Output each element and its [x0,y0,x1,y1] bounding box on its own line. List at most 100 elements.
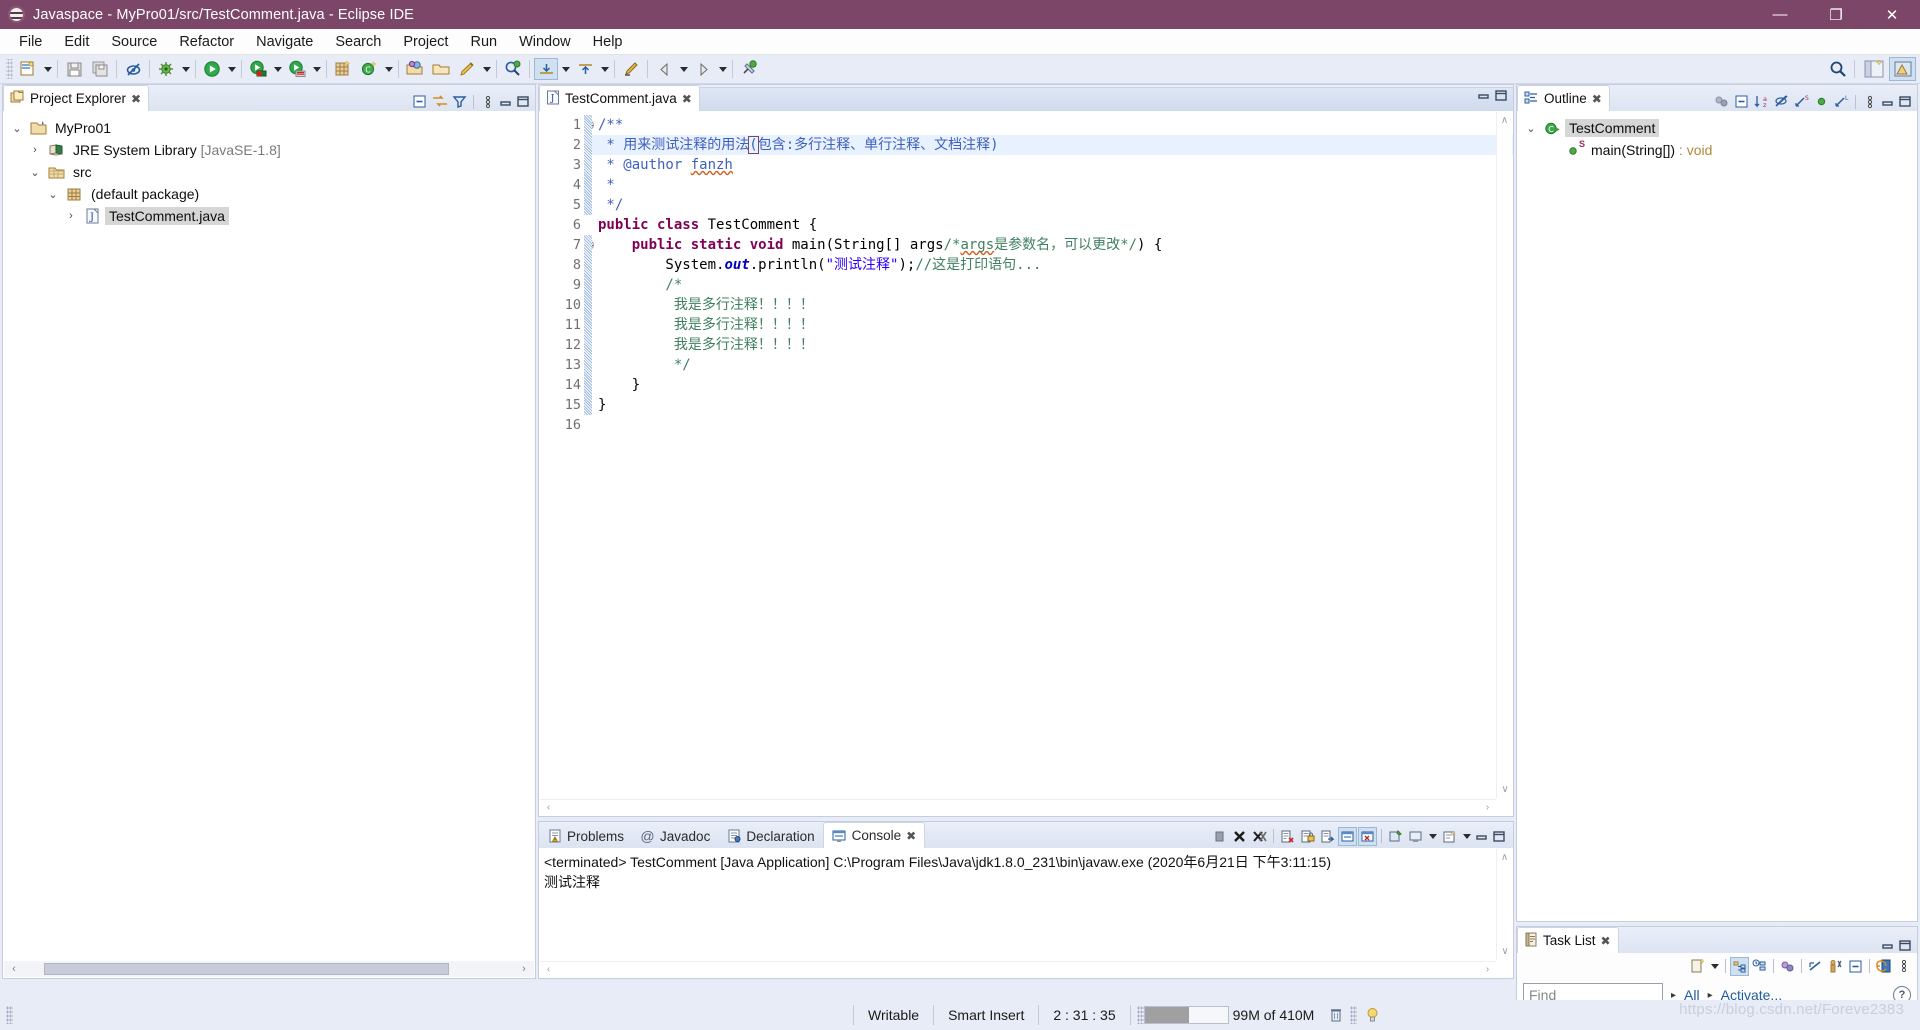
scroll-down-arrow[interactable]: ∨ [1497,781,1513,798]
code-content[interactable]: /* * * 用来测试注释的用法(包含:多行注释、单行注释、文档注释) * @au… [592,111,1513,816]
close-icon[interactable]: ✖ [1592,92,1602,106]
code-line[interactable]: * 用来测试注释的用法(包含:多行注释、单行注释、文档注释) [592,135,1513,155]
hide-static-fields-icon[interactable]: S [1792,92,1811,111]
new-java-class-dropdown-arrow[interactable] [382,58,395,80]
menu-file[interactable]: File [8,31,53,53]
hide-local-types-icon[interactable]: L [1832,92,1851,111]
external-tools-dropdown-arrow[interactable] [310,58,323,80]
menu-refactor[interactable]: Refactor [168,31,245,53]
java-perspective-icon[interactable] [1889,57,1916,81]
code-line[interactable]: * @author fanzh [592,155,1513,175]
remove-launch-icon[interactable] [1230,827,1249,846]
trash-icon[interactable] [1328,1006,1344,1024]
console-output[interactable]: <terminated> TestComment [Java Applicati… [540,849,1495,960]
focus-on-workweek-icon[interactable] [1778,957,1797,976]
last-edit-location-icon[interactable] [619,58,643,80]
menu-edit[interactable]: Edit [53,31,100,53]
close-icon[interactable]: ✖ [682,92,692,106]
code-line[interactable]: * [592,175,1513,195]
tree-item-src[interactable]: ⌄ src [3,161,535,183]
console-vscrollbar[interactable]: ∧ ∨ [1496,849,1512,960]
menu-help[interactable]: Help [582,31,634,53]
terminate-icon[interactable] [1210,827,1229,846]
collapse-all-icon[interactable] [1806,957,1825,976]
scroll-up-arrow[interactable]: ∧ [1497,112,1512,129]
hide-fields-icon[interactable] [1772,92,1791,111]
new-java-package-icon[interactable] [331,58,355,80]
filter-caret-icon[interactable]: ▸ [1671,990,1676,1001]
search-icon[interactable] [501,58,525,80]
tree-item-testcomment-java[interactable]: › J TestComment.java [3,205,535,227]
back-icon[interactable] [652,58,676,80]
next-annotation-icon[interactable] [534,58,558,80]
synchronize-changed-icon[interactable] [1874,957,1893,976]
new-wizard-icon[interactable] [16,58,40,80]
tab-declaration[interactable]: Declaration [718,824,822,848]
hide-non-public-members-icon[interactable] [1812,92,1831,111]
tab-console[interactable]: Console ✖ [822,822,926,848]
menu-window[interactable]: Window [508,31,582,53]
maximize-icon[interactable] [1493,87,1509,103]
scroll-left-arrow[interactable]: ‹ [540,802,557,813]
display-selected-console-icon[interactable] [1406,827,1425,846]
code-line[interactable]: /* [592,275,1513,295]
display-selected-console-menu-icon[interactable] [1426,825,1439,847]
chevron-right-icon[interactable]: › [63,210,79,222]
tab-project-explorer[interactable]: Project Explorer ✖ [3,85,150,111]
run-icon[interactable] [200,58,224,80]
external-tools-icon[interactable] [285,58,309,80]
chevron-down-icon[interactable]: ⌄ [27,166,43,179]
quick-access-search-icon[interactable] [1826,58,1850,80]
view-menu-filter-icon[interactable] [450,92,469,111]
menu-navigate[interactable]: Navigate [245,31,324,53]
scroll-up-arrow[interactable]: ∧ [1497,849,1512,866]
close-icon[interactable]: ✖ [131,92,141,106]
back-dropdown-arrow[interactable] [677,58,690,80]
tab-task-list[interactable]: Task List ✖ [1517,927,1619,953]
run-dropdown-arrow[interactable] [225,58,238,80]
tab-outline[interactable]: Outline ✖ [1517,85,1610,111]
forward-dropdown-arrow[interactable] [716,58,729,80]
menu-search[interactable]: Search [324,31,392,53]
editor-body[interactable]: 1 2 3 4 5 6 7 8 9 10 11 12 13 14 15 16 /** * 用来测试注释的用法(… [539,111,1513,816]
word-wrap-icon[interactable] [1318,827,1337,846]
view-menu-icon[interactable] [478,92,497,111]
minimize-window-button[interactable]: — [1752,0,1808,29]
editor-vscrollbar[interactable]: ∧ ∨ [1496,112,1512,798]
forward-icon[interactable] [691,58,715,80]
code-line[interactable]: */ [592,195,1513,215]
focus-on-active-task-icon[interactable] [1712,92,1731,111]
save-all-icon[interactable] [88,58,112,80]
scroll-left-arrow[interactable]: ‹ [540,964,557,975]
run-last-dropdown-arrow[interactable] [271,58,284,80]
maximize-icon[interactable] [1897,937,1913,953]
close-icon[interactable]: ✖ [1601,934,1611,948]
scroll-down-arrow[interactable]: ∨ [1497,943,1513,960]
link-with-editor-icon[interactable] [430,92,449,111]
minimize-icon[interactable] [498,94,514,110]
run-last-tool-icon[interactable] [246,58,270,80]
open-task-icon[interactable] [429,58,453,80]
minimize-icon[interactable] [1474,828,1490,844]
open-perspective-icon[interactable] [1860,57,1887,81]
previous-annotation-icon[interactable] [573,58,597,80]
tree-item-jre-system-library[interactable]: › JRE System Library [JavaSE-1.8] [3,139,535,161]
scroll-right-arrow[interactable]: › [514,963,534,975]
open-type-icon[interactable] [403,58,427,80]
collapse-all-icon[interactable] [410,92,429,111]
close-icon[interactable]: ✖ [906,829,916,843]
tree-item-default-package[interactable]: ⌄ (default package) [3,183,535,205]
debug-dropdown-arrow[interactable] [179,58,192,80]
code-line[interactable]: 我是多行注释！！！！ [592,335,1513,355]
show-console-on-output-icon[interactable] [1338,826,1357,846]
previous-annotation-dropdown-arrow[interactable] [598,58,611,80]
menu-run[interactable]: Run [459,31,508,53]
code-line[interactable]: 我是多行注释！！！！ [592,295,1513,315]
scroll-left-arrow[interactable]: ‹ [4,963,24,975]
show-console-on-error-icon[interactable] [1358,826,1377,846]
editor-hscrollbar[interactable]: ‹ › [540,799,1496,815]
new-task-icon[interactable] [1688,957,1707,976]
toolbar-grip[interactable] [6,59,13,79]
maximize-icon[interactable] [515,94,531,110]
view-menu-icon[interactable] [1860,92,1879,111]
